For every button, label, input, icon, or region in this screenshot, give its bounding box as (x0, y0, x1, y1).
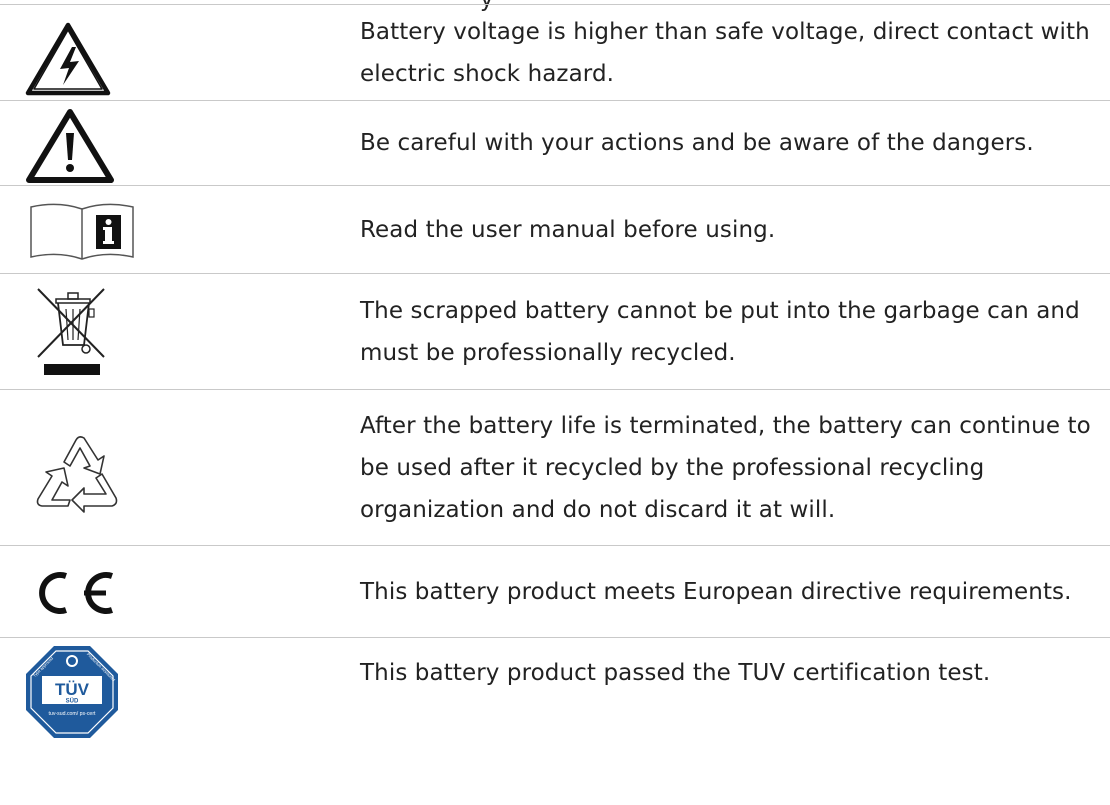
symbol-row-recycling: After the battery life is terminated, th… (0, 390, 1110, 546)
caution-warning-icon (24, 107, 116, 185)
recycling-icon (28, 426, 128, 518)
row-description: Read the user manual before using. (360, 216, 776, 243)
crossed-out-bin-icon (34, 285, 110, 377)
tuv-main-text: TÜV (55, 680, 90, 699)
row-description: The scrapped battery cannot be put into … (360, 297, 1080, 366)
symbol-row-crossed-out-bin: The scrapped battery cannot be put into … (0, 274, 1110, 390)
row-description: This battery product meets European dire… (360, 578, 1072, 605)
tuv-url-text: tuv-sud.com/ ps-cert (49, 711, 97, 717)
ce-mark-icon (26, 570, 122, 616)
safety-symbol-table: Battery voltage is higher than safe volt… (0, 5, 1110, 768)
high-voltage-warning-icon (22, 19, 114, 99)
row-description: After the battery life is terminated, th… (360, 412, 1091, 523)
symbol-row-read-manual: Read the user manual before using. (0, 186, 1110, 274)
row-description: Battery voltage is higher than safe volt… (360, 18, 1090, 87)
symbol-row-ce-mark: This battery product meets European dire… (0, 546, 1110, 638)
tuv-sub-text: SÜD (66, 698, 79, 705)
tuv-sud-certification-icon: TÜV SÜD tuv-sud.com/ ps-cert Type approv… (24, 644, 120, 740)
symbol-row-tuv-sud: TÜV SÜD tuv-sud.com/ ps-cert Type approv… (0, 638, 1110, 768)
symbol-row-high-voltage: Battery voltage is higher than safe volt… (0, 5, 1110, 101)
row-description: This battery product passed the TUV cert… (360, 660, 991, 686)
row-description: Be careful with your actions and be awar… (360, 130, 1034, 156)
symbol-row-caution: Be careful with your actions and be awar… (0, 101, 1110, 186)
read-manual-icon (26, 199, 138, 263)
